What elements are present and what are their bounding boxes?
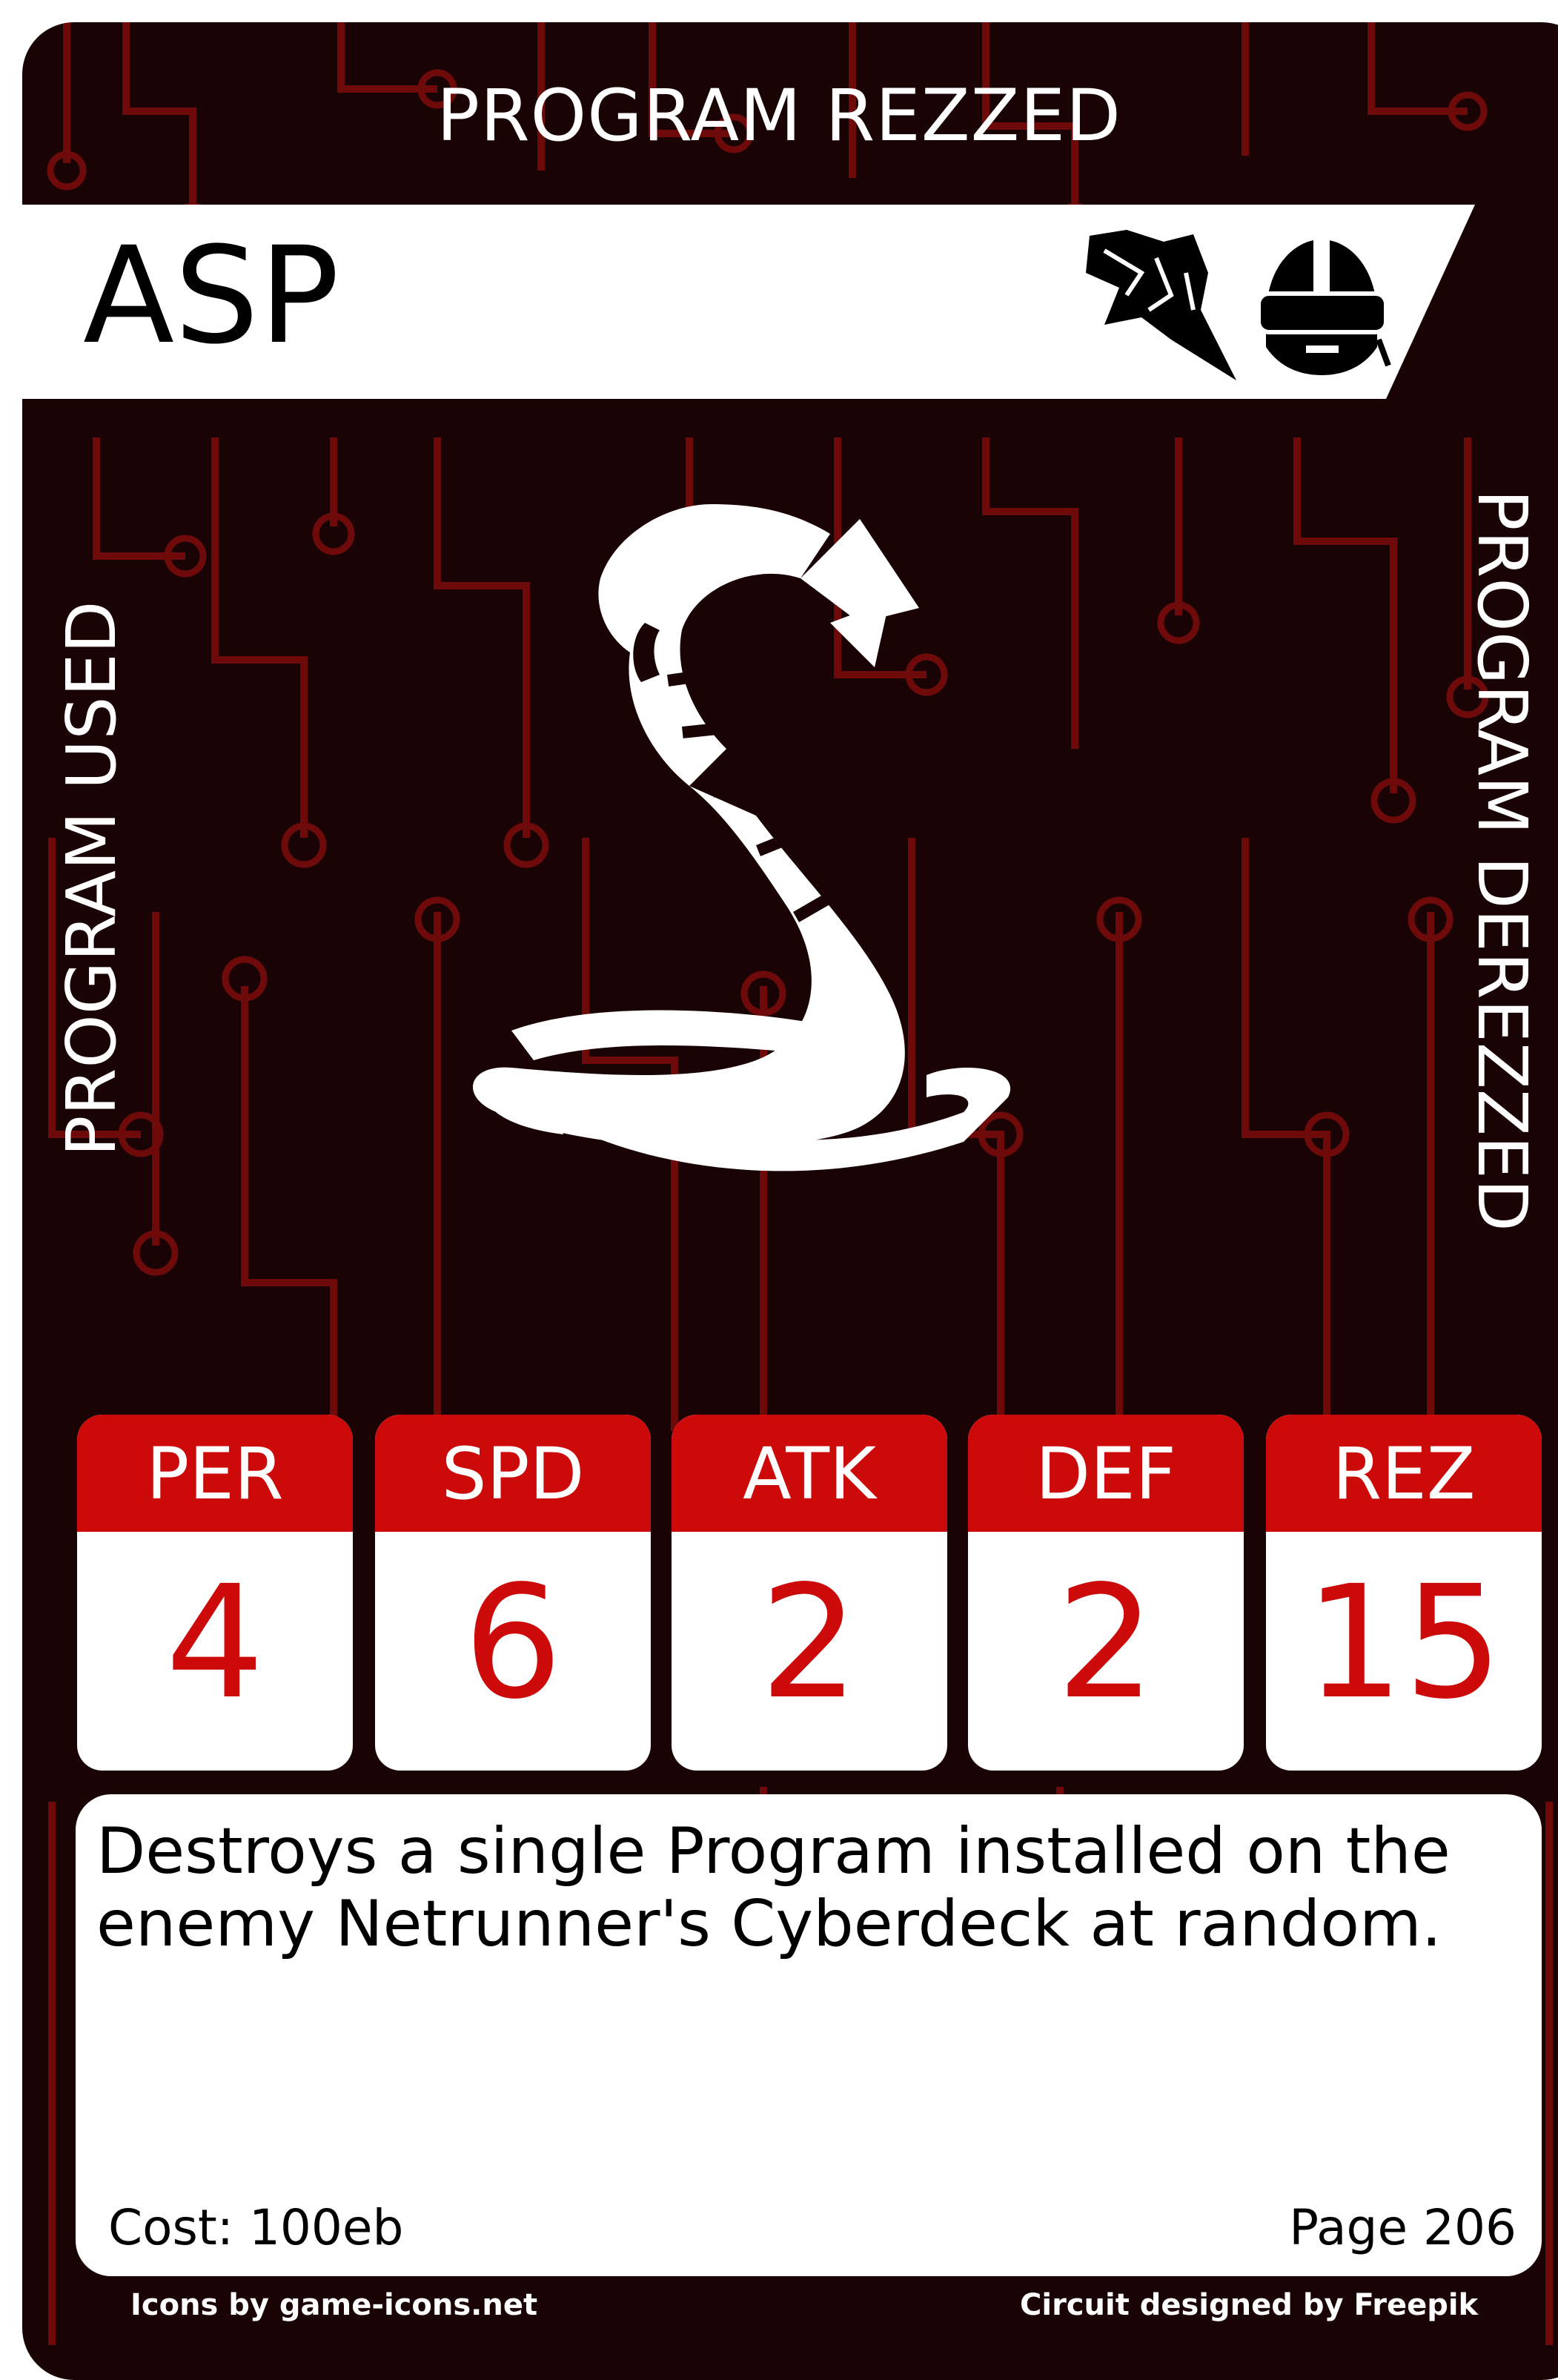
status-program-rezzed[interactable]: PROGRAM REZZED <box>0 74 1558 157</box>
card-name: ASP <box>83 219 339 374</box>
stat-label: REZ <box>1266 1415 1542 1532</box>
netrunner-helmet-icon <box>1256 239 1391 375</box>
stat-value: 4 <box>165 1552 265 1733</box>
stat-label: DEF <box>968 1415 1244 1532</box>
stat-label: PER <box>77 1415 353 1532</box>
stat-value: 2 <box>1056 1552 1156 1733</box>
rulebook-page: Page 206 <box>1289 2199 1516 2256</box>
status-program-used[interactable]: PROGRAM USED <box>52 601 131 1157</box>
card-description: Destroys a single Program installed on t… <box>96 1814 1451 1961</box>
stat-atk: ATK 2 <box>672 1415 947 1771</box>
icon-credit: Icons by game-icons.net <box>130 2288 538 2322</box>
rules-text-box: Destroys a single Program installed on t… <box>76 1794 1542 2276</box>
stat-label: SPD <box>375 1415 651 1532</box>
circuit-credit: Circuit designed by Freepik <box>1020 2288 1479 2322</box>
stat-value: 6 <box>463 1552 563 1733</box>
cobra-icon <box>472 504 1011 1171</box>
black-ice-shard-icon <box>1086 230 1236 380</box>
stat-per: PER 4 <box>77 1415 353 1771</box>
stat-label: ATK <box>672 1415 947 1532</box>
stat-value: 2 <box>760 1552 859 1733</box>
card-cost: Cost: 100eb <box>108 2199 404 2256</box>
stat-def: DEF 2 <box>968 1415 1244 1771</box>
status-program-derezzed[interactable]: PROGRAM DEREZZED <box>1462 489 1542 1232</box>
stat-value: 15 <box>1305 1552 1503 1733</box>
stat-spd: SPD 6 <box>375 1415 651 1771</box>
stat-rez: REZ 15 <box>1266 1415 1542 1771</box>
